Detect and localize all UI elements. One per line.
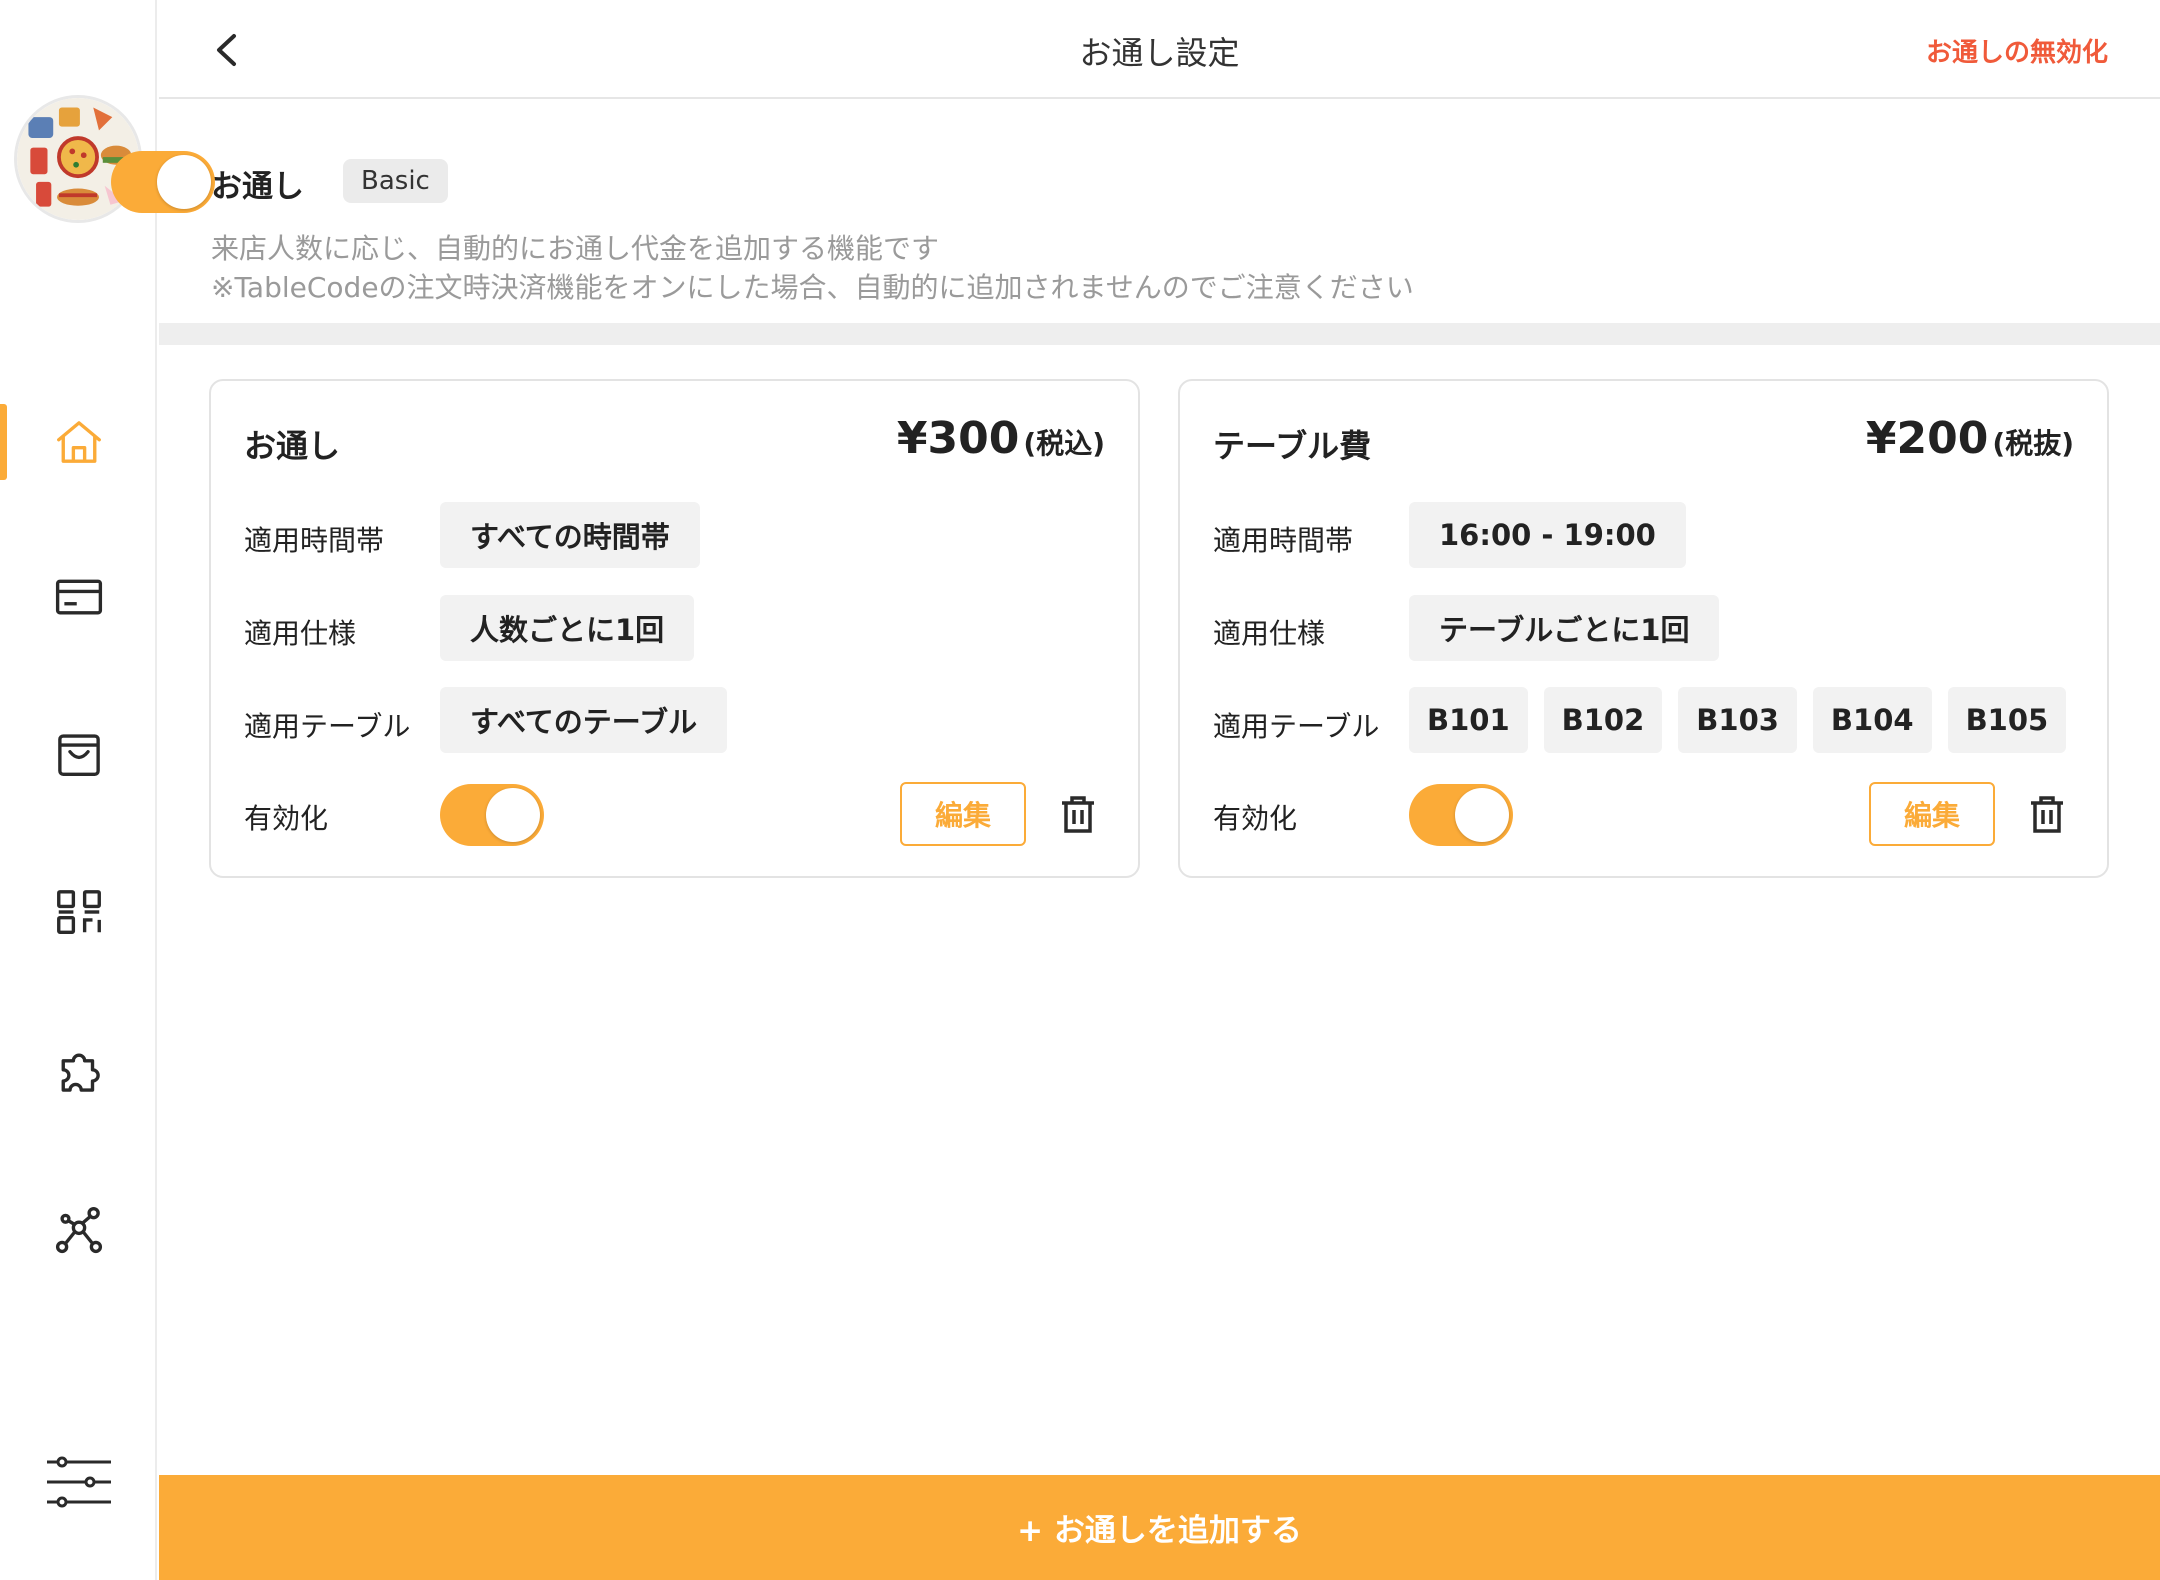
charge-name: テーブル費	[1213, 427, 1372, 465]
time-chip: 16:00 - 19:00	[1409, 502, 1686, 568]
time-chip: すべての時間帯	[440, 502, 700, 568]
table-chip: B101	[1409, 687, 1528, 753]
charge-card: お通し ¥300 (税込) 適用時間帯 すべての時間帯 適用仕様 人数ごとに1回…	[209, 379, 1140, 878]
nav-shop[interactable]	[0, 714, 157, 794]
top-bar: お通し設定 お通しの無効化	[159, 0, 2160, 99]
description-line-1: 来店人数に応じ、自動的にお通し代金を追加する機能です	[211, 232, 940, 265]
toggle-knob	[1455, 788, 1509, 842]
spec-label: 適用仕様	[244, 617, 357, 650]
section-divider	[159, 323, 2160, 345]
feature-enable-toggle[interactable]	[111, 151, 215, 213]
nav-home[interactable]	[0, 402, 157, 482]
edit-button[interactable]: 編集	[900, 782, 1026, 846]
qr-code-icon	[56, 890, 101, 934]
price-value: ¥200	[1865, 413, 1989, 464]
sidebar	[0, 0, 157, 1580]
price-value: ¥300	[896, 413, 1020, 464]
trash-icon	[2031, 796, 2063, 833]
card-icon	[55, 579, 102, 615]
description-line-2: ※TableCodeの注文時決済機能をオンにした場合、自動的に追加されませんので…	[211, 271, 1414, 304]
app: お通し設定 お通しの無効化 お通し Basic 来店人数に応じ、自動的にお通し代…	[0, 0, 2160, 1580]
charge-card: テーブル費 ¥200 (税抜) 適用時間帯 16:00 - 19:00 適用仕様…	[1178, 379, 2109, 878]
network-icon	[55, 1206, 102, 1254]
feature-title: お通し	[211, 169, 304, 205]
table-chip: B102	[1543, 687, 1663, 753]
table-chip: すべてのテーブル	[440, 687, 728, 753]
nav-integrations[interactable]	[0, 1190, 157, 1270]
table-chip-list: B101 B102 B103 B104 B105	[1409, 687, 2079, 753]
shopping-bag-icon	[57, 734, 100, 776]
table-chip: B105	[1947, 687, 2067, 753]
tables-label: 適用テーブル	[244, 710, 411, 743]
tax-note: (税抜)	[1992, 427, 2074, 460]
spec-chip: テーブルごとに1回	[1409, 595, 1720, 661]
spec-chip: 人数ごとに1回	[440, 595, 695, 661]
toggle-knob	[157, 155, 211, 209]
feature-description: 来店人数に応じ、自動的にお通し代金を追加する機能です ※TableCodeの注文…	[211, 229, 1414, 307]
trash-icon	[1062, 796, 1094, 833]
charge-price: ¥300 (税込)	[897, 413, 1105, 464]
tables-label: 適用テーブル	[1213, 710, 1380, 743]
tax-note: (税込)	[1023, 427, 1105, 460]
delete-button[interactable]	[1054, 790, 1102, 838]
nav-settings[interactable]	[0, 1442, 157, 1522]
charge-price: ¥200 (税抜)	[1866, 413, 2074, 464]
enable-label: 有効化	[1213, 802, 1298, 835]
plan-badge: Basic	[343, 159, 448, 203]
edit-button[interactable]: 編集	[1869, 782, 1995, 846]
add-charge-button[interactable]: + お通しを追加する	[159, 1475, 2160, 1580]
charge-enable-toggle[interactable]	[440, 784, 544, 846]
table-chip: B103	[1678, 687, 1797, 753]
disable-feature-link[interactable]: お通しの無効化	[1926, 32, 2108, 69]
charge-enable-toggle[interactable]	[1409, 784, 1513, 846]
delete-button[interactable]	[2023, 790, 2071, 838]
settings-sliders-icon	[46, 1456, 111, 1508]
nav-qr[interactable]	[0, 872, 157, 952]
table-chip: B104	[1812, 687, 1932, 753]
home-icon	[56, 421, 101, 463]
time-label: 適用時間帯	[244, 524, 385, 557]
charge-name: お通し	[244, 427, 341, 465]
nav-plugins[interactable]	[0, 1032, 157, 1112]
puzzle-icon	[61, 1053, 100, 1092]
enable-label: 有効化	[244, 802, 329, 835]
page-title: お通し設定	[1079, 34, 1240, 72]
feature-intro: お通し Basic 来店人数に応じ、自動的にお通し代金を追加する機能です ※Ta…	[111, 101, 2160, 323]
time-label: 適用時間帯	[1213, 524, 1354, 557]
nav-payment[interactable]	[0, 557, 157, 637]
spec-label: 適用仕様	[1213, 617, 1326, 650]
toggle-knob	[486, 788, 540, 842]
